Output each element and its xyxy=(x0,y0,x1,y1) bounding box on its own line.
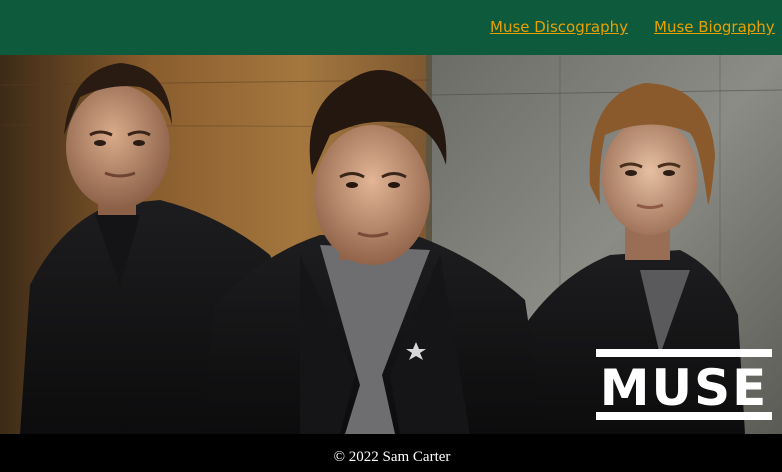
muse-logo: MUSE xyxy=(596,349,772,420)
site-header: Muse Discography Muse Biography xyxy=(0,0,782,55)
nav-link-discography[interactable]: Muse Discography xyxy=(490,18,628,36)
muse-logo-text: MUSE xyxy=(600,359,769,417)
site-footer: © 2022 Sam Carter xyxy=(0,434,782,472)
band-photo: MUSE xyxy=(0,55,782,434)
nav-link-biography[interactable]: Muse Biography xyxy=(654,18,775,36)
copyright-text: © 2022 Sam Carter xyxy=(333,449,451,465)
